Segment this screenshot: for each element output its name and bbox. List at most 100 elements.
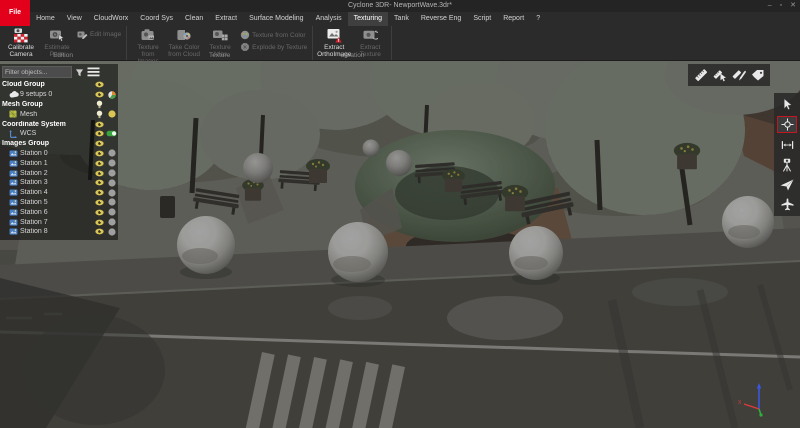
- tab-home[interactable]: Home: [30, 12, 61, 26]
- pan-tool[interactable]: [777, 116, 797, 133]
- object-tree: Cloud Group9 setups 0Mesh GroupMeshCoord…: [0, 80, 118, 237]
- ribbon-group-edition: Calibrate CameraEstimate PoseEdit ImageE…: [0, 26, 127, 60]
- tag-tool[interactable]: [750, 67, 765, 83]
- minimize-button[interactable]: –: [768, 0, 772, 11]
- tree-item-cloud-group[interactable]: Cloud Group: [0, 80, 118, 90]
- tab-clean[interactable]: Clean: [179, 12, 209, 26]
- eye-toggle[interactable]: [93, 199, 105, 206]
- gray-dot-indicator[interactable]: [105, 189, 118, 197]
- eye-toggle[interactable]: [93, 170, 105, 177]
- tab-texturing[interactable]: Texturing: [348, 12, 388, 26]
- tab-analysis[interactable]: Analysis: [310, 12, 348, 26]
- eye-toggle[interactable]: [93, 189, 105, 196]
- tree-item-label: Station 7: [20, 219, 93, 226]
- eye-toggle[interactable]: [93, 209, 105, 216]
- fly-tool[interactable]: [777, 176, 797, 193]
- object-tree-panel: Cloud Group9 setups 0Mesh GroupMeshCoord…: [0, 64, 118, 240]
- yellow-dot-indicator[interactable]: [105, 110, 118, 118]
- gray-dot-indicator[interactable]: [105, 149, 118, 157]
- tree-item-station-3[interactable]: Station 3: [0, 178, 118, 188]
- eye-toggle[interactable]: [93, 140, 105, 147]
- tag-icon: [751, 69, 765, 81]
- tab-file[interactable]: File: [0, 0, 30, 26]
- mesh-icon: [9, 110, 20, 118]
- tree-item-images-group[interactable]: Images Group: [0, 139, 118, 149]
- eye-toggle[interactable]: [93, 228, 105, 235]
- bulb-toggle[interactable]: [93, 110, 105, 119]
- tree-item-station-7[interactable]: Station 7: [0, 217, 118, 227]
- eye-toggle[interactable]: [93, 121, 105, 128]
- tree-item-station-6[interactable]: Station 6: [0, 207, 118, 217]
- green-toggle-indicator[interactable]: [105, 130, 118, 137]
- tree-item-station-0[interactable]: Station 0: [0, 149, 118, 159]
- eye-toggle[interactable]: [93, 91, 105, 98]
- distance-tool[interactable]: [777, 136, 797, 153]
- tree-item-label: Station 4: [20, 189, 93, 196]
- image-icon: [9, 179, 20, 186]
- pan-icon: [781, 118, 794, 131]
- application-window: X Cyclone 3DR- NewportWave.3dr* – ▫ ✕ Fi…: [0, 0, 800, 428]
- eye-toggle[interactable]: [93, 219, 105, 226]
- tab-tank[interactable]: Tank: [388, 12, 415, 26]
- filter-icon[interactable]: [75, 68, 84, 77]
- eye-toggle[interactable]: [93, 81, 105, 88]
- tab-report[interactable]: Report: [497, 12, 530, 26]
- gray-dot-indicator[interactable]: [105, 169, 118, 177]
- color-wheel-indicator[interactable]: [105, 91, 118, 99]
- tab-script[interactable]: Script: [467, 12, 497, 26]
- tab-cloudworx[interactable]: CloudWorx: [88, 12, 135, 26]
- image-icon: [9, 219, 20, 226]
- axis-x-label: X: [738, 400, 742, 406]
- gray-dot-icon: [108, 189, 116, 197]
- panel-menu-icon[interactable]: [87, 67, 100, 77]
- gray-dot-indicator[interactable]: [105, 218, 118, 226]
- tree-item-coordinate-system[interactable]: Coordinate System: [0, 119, 118, 129]
- eye-icon: [95, 179, 104, 186]
- tree-item-mesh[interactable]: Mesh: [0, 109, 118, 119]
- tripod-icon: [781, 158, 793, 172]
- measure-point-tool[interactable]: [712, 67, 727, 83]
- viewport-3d[interactable]: [0, 60, 800, 428]
- tab-extract[interactable]: Extract: [209, 12, 243, 26]
- gray-dot-icon: [108, 149, 116, 157]
- plane-tool[interactable]: [777, 196, 797, 213]
- tab-coord-sys[interactable]: Coord Sys: [134, 12, 179, 26]
- tree-item-label: Station 0: [20, 150, 93, 157]
- eye-toggle[interactable]: [93, 160, 105, 167]
- tripod-tool[interactable]: [777, 156, 797, 173]
- gray-dot-indicator[interactable]: [105, 179, 118, 187]
- gray-dot-indicator[interactable]: [105, 159, 118, 167]
- green-toggle-icon: [106, 130, 117, 137]
- tab-[interactable]: ?: [530, 12, 546, 26]
- tree-item-mesh-group[interactable]: Mesh Group: [0, 100, 118, 110]
- tree-item-station-2[interactable]: Station 2: [0, 168, 118, 178]
- filter-objects-input[interactable]: [2, 66, 72, 78]
- bulb-toggle[interactable]: [93, 100, 105, 109]
- tab-surface-modeling[interactable]: Surface Modeling: [243, 12, 309, 26]
- tree-item-wcs[interactable]: WCS: [0, 129, 118, 139]
- texture-color-icon: [240, 30, 250, 40]
- cursor-tool[interactable]: [777, 96, 797, 113]
- maximize-button[interactable]: ▫: [780, 0, 782, 11]
- eye-toggle[interactable]: [93, 150, 105, 157]
- edit-image-icon: [77, 30, 88, 39]
- measure-path-tool[interactable]: [731, 67, 746, 83]
- eye-toggle[interactable]: [93, 130, 105, 137]
- plane-icon: [781, 198, 794, 211]
- gray-dot-indicator[interactable]: [105, 228, 118, 236]
- gray-dot-indicator[interactable]: [105, 208, 118, 216]
- close-button[interactable]: ✕: [790, 0, 796, 11]
- image-icon: [9, 170, 20, 177]
- tab-reverse-eng[interactable]: Reverse Eng: [415, 12, 467, 26]
- tab-view[interactable]: View: [61, 12, 88, 26]
- gray-dot-icon: [108, 198, 116, 206]
- gray-dot-indicator[interactable]: [105, 198, 118, 206]
- tree-item-9-setups-0[interactable]: 9 setups 0: [0, 90, 118, 100]
- explode-texture-icon: [240, 42, 250, 52]
- tree-item-station-8[interactable]: Station 8: [0, 227, 118, 237]
- tree-item-station-5[interactable]: Station 5: [0, 198, 118, 208]
- tree-item-station-4[interactable]: Station 4: [0, 188, 118, 198]
- eye-toggle[interactable]: [93, 179, 105, 186]
- ruler-tool[interactable]: [693, 67, 708, 83]
- tree-item-station-1[interactable]: Station 1: [0, 158, 118, 168]
